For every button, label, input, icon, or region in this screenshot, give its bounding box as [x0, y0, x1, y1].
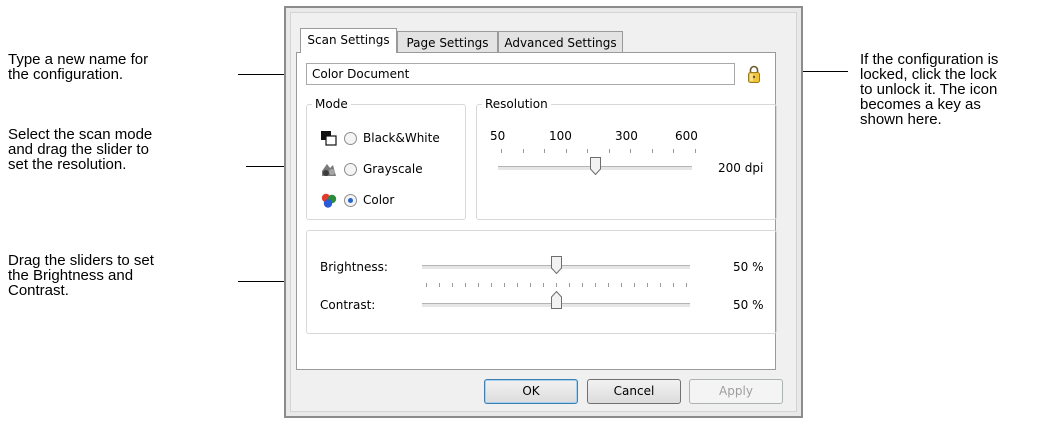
resolution-tick: [522, 149, 524, 153]
callout-lock: If the configuration is locked, click th…: [860, 51, 999, 128]
brightness-tick: [673, 283, 674, 287]
resolution-tick-label: 100: [549, 129, 572, 143]
brightness-tick: [686, 283, 687, 287]
brightness-tick: [530, 283, 531, 287]
brightness-tick: [660, 283, 661, 287]
radio-grayscale[interactable]: [344, 162, 357, 176]
resolution-tick: [694, 149, 696, 153]
mode-option-grayscale[interactable]: Grayscale: [320, 159, 423, 179]
black-white-mode-icon: [321, 131, 337, 146]
grayscale-mode-icon: [322, 164, 336, 176]
brightness-tick: [426, 283, 427, 287]
resolution-tick: [630, 149, 631, 153]
brightness-tick: [582, 283, 583, 287]
mode-option-black-white[interactable]: Black&White: [320, 128, 440, 148]
brightness-tick: [491, 283, 492, 287]
resolution-tick-label: 50: [490, 129, 506, 143]
resolution-tick: [673, 149, 674, 153]
resolution-tick: [501, 149, 502, 153]
tab-advanced-settings[interactable]: Advanced Settings: [498, 31, 623, 53]
brightness-tick: [621, 283, 622, 287]
callout-name: Type a new name for the configuration.: [8, 51, 149, 83]
brightness-tick: [452, 283, 453, 287]
mode-label-black-white: Black&White: [363, 131, 440, 145]
brightness-tick: [556, 283, 557, 287]
brightness-tick: [569, 283, 570, 287]
brightness-tick: [504, 283, 505, 287]
resolution-tick: [565, 149, 567, 153]
brightness-tick: [478, 283, 479, 287]
brightness-tick: [647, 283, 648, 287]
resolution-slider-thumb[interactable]: [590, 157, 601, 175]
contrast-label: Contrast:: [320, 298, 376, 312]
radio-black-white[interactable]: [344, 131, 357, 145]
callout-brightness: Drag the sliders to set the Brightness a…: [8, 252, 154, 299]
resolution-tick-label: 300: [615, 129, 638, 143]
resolution-tick-label: 600: [675, 129, 698, 143]
brightness-tick: [595, 283, 596, 287]
resolution-tick: [544, 149, 545, 153]
brightness-contrast-group: [306, 230, 777, 334]
radio-color[interactable]: [344, 193, 357, 207]
configuration-name-input[interactable]: Color Document: [306, 63, 735, 85]
tab-page-settings[interactable]: Page Settings: [397, 31, 498, 53]
callout-mode: Select the scan mode and drag the slider…: [8, 126, 153, 173]
brightness-tick: [517, 283, 518, 287]
ok-button[interactable]: OK: [484, 379, 578, 404]
brightness-value: 50 %: [733, 260, 764, 274]
mode-group-label: Mode: [312, 97, 351, 111]
brightness-tick: [634, 283, 635, 287]
contrast-value: 50 %: [733, 298, 764, 312]
contrast-slider-thumb[interactable]: [551, 291, 562, 309]
brightness-slider-thumb[interactable]: [551, 256, 562, 274]
color-mode-icon: [321, 193, 337, 208]
mode-option-color[interactable]: Color: [320, 190, 394, 210]
brightness-tick: [465, 283, 466, 287]
brightness-label: Brightness:: [320, 260, 388, 274]
mode-label-grayscale: Grayscale: [363, 162, 423, 176]
cancel-button[interactable]: Cancel: [587, 379, 681, 404]
mode-label-color: Color: [363, 193, 395, 207]
brightness-tick: [608, 283, 609, 287]
brightness-tick: [543, 283, 544, 287]
resolution-value: 200 dpi: [718, 161, 764, 175]
tab-scan-settings[interactable]: Scan Settings: [300, 28, 397, 53]
padlock-icon[interactable]: [747, 64, 761, 84]
resolution-group-label: Resolution: [482, 97, 551, 111]
resolution-tick: [608, 149, 610, 153]
resolution-tick: [587, 149, 588, 153]
resolution-tick: [651, 149, 653, 153]
apply-button[interactable]: Apply: [689, 379, 783, 404]
brightness-tick: [439, 283, 440, 287]
